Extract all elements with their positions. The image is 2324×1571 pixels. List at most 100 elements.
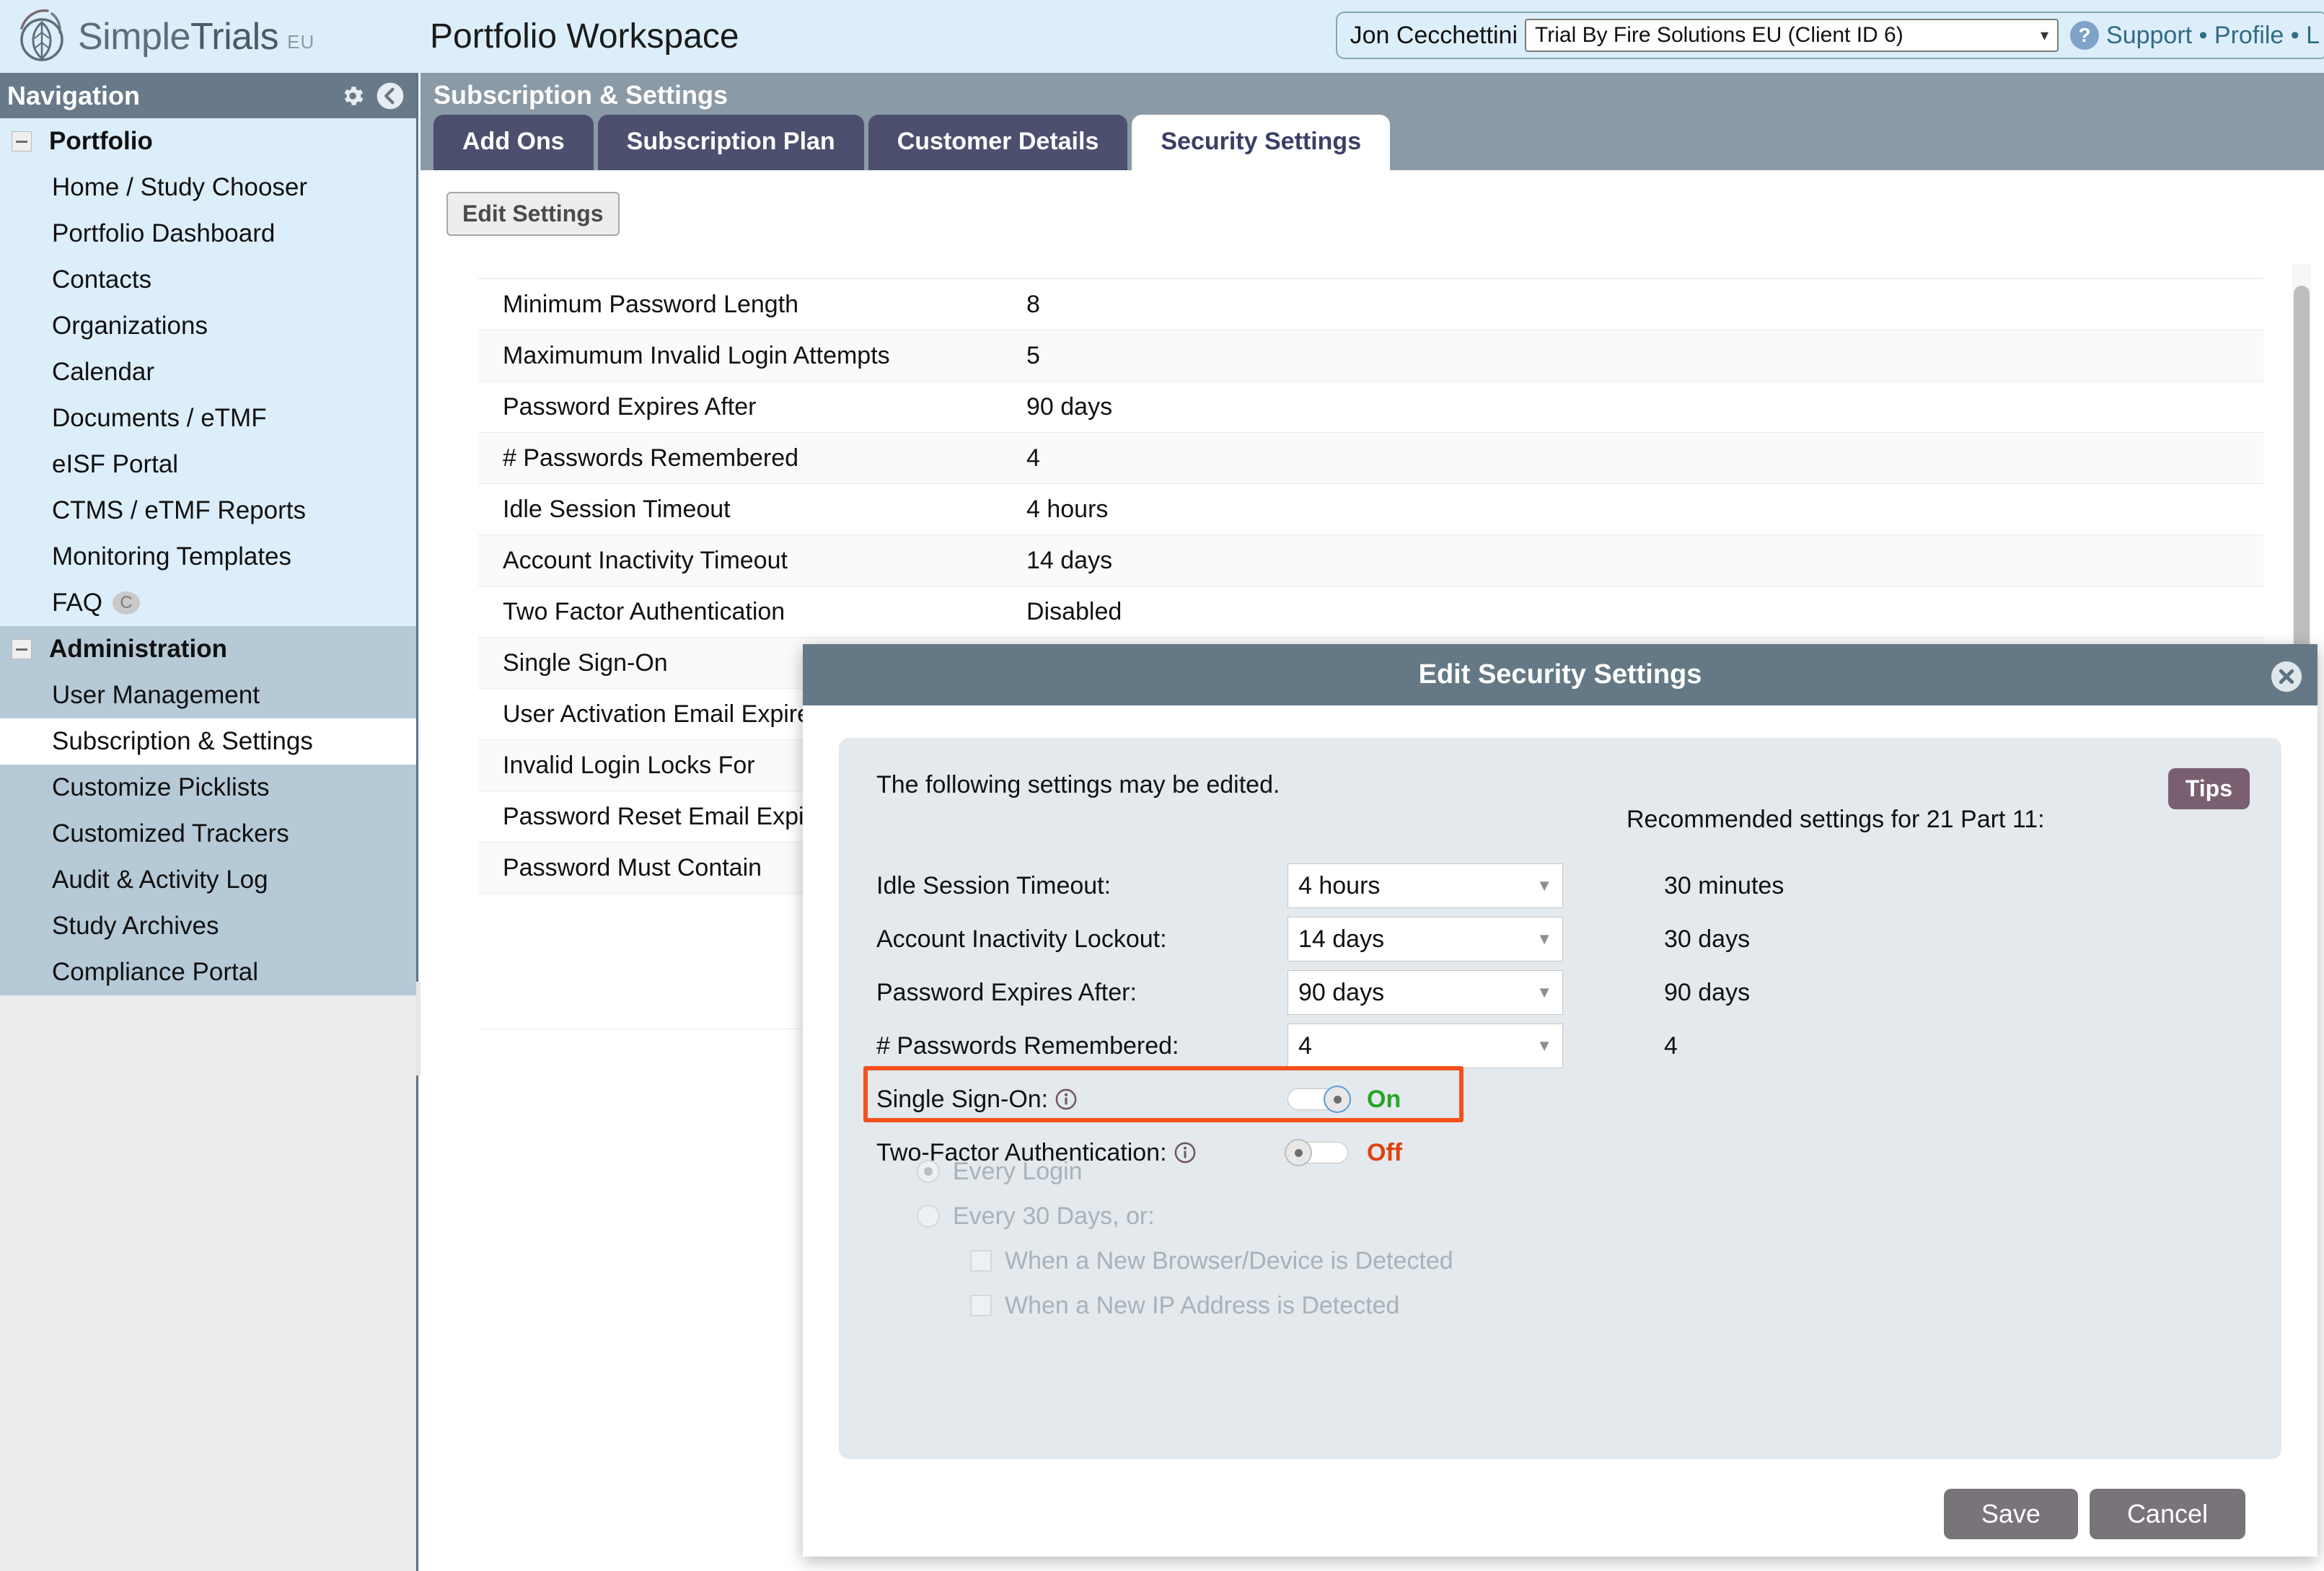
- radio-every-30-days[interactable]: Every 30 Days, or:: [876, 1194, 1453, 1238]
- section-band: Subscription & Settings Add Ons Subscrip…: [421, 73, 2324, 170]
- sidebar-item-home-study-chooser[interactable]: Home / Study Chooser: [0, 164, 416, 211]
- sidebar-item-ctms-etmf-reports[interactable]: CTMS / eTMF Reports: [0, 488, 416, 534]
- sidebar-item-label: CTMS / eTMF Reports: [52, 496, 306, 524]
- sidebar-item-calendar[interactable]: Calendar: [0, 349, 416, 395]
- minus-icon[interactable]: [12, 639, 32, 659]
- radio-icon: [917, 1160, 940, 1183]
- minus-icon[interactable]: [12, 131, 32, 151]
- section-title: Subscription & Settings: [433, 80, 729, 110]
- chevron-down-icon: ▼: [1536, 930, 1552, 948]
- sidebar-item-label: Organizations: [52, 312, 208, 340]
- sidebar-item-label: eISF Portal: [52, 450, 179, 478]
- sidebar-item-contacts[interactable]: Contacts: [0, 257, 416, 303]
- field-idle-session-timeout: Idle Session Timeout: 4 hours ▼ 30 minut…: [876, 859, 2247, 912]
- sidebar-item-label: FAQ: [52, 589, 103, 617]
- select-value: 90 days: [1298, 978, 1385, 1006]
- chevron-left-circle-icon[interactable]: [376, 82, 405, 110]
- setting-value: 4 hours: [1026, 495, 1109, 523]
- password-expires-after-select[interactable]: 90 days ▼: [1288, 970, 1563, 1015]
- edit-security-settings-dialog: Edit Security Settings The following set…: [803, 644, 2318, 1557]
- tips-button[interactable]: Tips: [2167, 768, 2250, 809]
- tab-security-settings[interactable]: Security Settings: [1132, 115, 1391, 170]
- sidebar-item-audit-activity-log[interactable]: Audit & Activity Log: [0, 857, 416, 903]
- client-select[interactable]: Trial By Fire Solutions EU (Client ID 6)…: [1525, 19, 2059, 52]
- tab-label: Customer Details: [897, 128, 1099, 155]
- sidebar-item-label: Calendar: [52, 358, 155, 386]
- header-links[interactable]: Support • Profile • L: [2106, 22, 2320, 50]
- chevron-down-icon: ▼: [1536, 983, 1552, 1001]
- sidebar-group-administration-header[interactable]: Administration: [0, 626, 416, 672]
- tab-add-ons[interactable]: Add Ons: [433, 115, 594, 170]
- sidebar-header: Navigation: [0, 73, 416, 118]
- field-label: Account Inactivity Lockout:: [876, 925, 1167, 953]
- sidebar-item-study-archives[interactable]: Study Archives: [0, 903, 416, 949]
- logo-wordmark: SimpleTrials: [78, 15, 279, 58]
- sidebar-item-label: Compliance Portal: [52, 958, 258, 986]
- dialog-panel: The following settings may be edited. Ti…: [839, 738, 2281, 1459]
- recommended-value: 30 minutes: [1664, 871, 1784, 899]
- user-account-bar: Jon Cecchettini Trial By Fire Solutions …: [1335, 12, 2324, 59]
- single-sign-on-toggle[interactable]: [1288, 1086, 1351, 1113]
- recommended-heading: Recommended settings for 21 Part 11:: [1627, 806, 2045, 833]
- radio-label: Every 30 Days, or:: [953, 1202, 1155, 1230]
- account-inactivity-lockout-select[interactable]: 14 days ▼: [1288, 917, 1563, 961]
- idle-session-timeout-select[interactable]: 4 hours ▼: [1288, 863, 1563, 908]
- tab-subscription-plan[interactable]: Subscription Plan: [597, 115, 864, 170]
- checkbox-new-ip-address[interactable]: When a New IP Address is Detected: [876, 1283, 1453, 1328]
- passwords-remembered-select[interactable]: 4 ▼: [1288, 1024, 1563, 1068]
- close-circle-icon[interactable]: [2270, 660, 2303, 693]
- sidebar-group-portfolio-label: Portfolio: [49, 127, 153, 155]
- setting-value: 5: [1026, 341, 1040, 369]
- table-row: Idle Session Timeout 4 hours: [478, 484, 2263, 535]
- table-row: Maximumum Invalid Login Attempts 5: [478, 330, 2263, 382]
- sidebar-item-user-management[interactable]: User Management: [0, 672, 416, 718]
- setting-label: Account Inactivity Timeout: [503, 546, 788, 574]
- recommended-value: 90 days: [1664, 978, 1751, 1006]
- field-label: Password Expires After:: [876, 978, 1137, 1006]
- chevron-down-icon: ▼: [1536, 876, 1552, 894]
- tab-customer-details[interactable]: Customer Details: [868, 115, 1128, 170]
- setting-label: # Passwords Remembered: [503, 444, 799, 472]
- radio-every-login[interactable]: Every Login: [876, 1149, 1453, 1194]
- sidebar-item-customize-picklists[interactable]: Customize Picklists: [0, 765, 416, 811]
- edit-settings-button[interactable]: Edit Settings: [446, 192, 620, 236]
- radio-icon: [917, 1205, 940, 1228]
- app-logo[interactable]: SimpleTrials EU: [0, 0, 418, 73]
- radio-label: Every Login: [953, 1157, 1083, 1185]
- setting-label: Minimum Password Length: [503, 290, 799, 318]
- sidebar-item-monitoring-templates[interactable]: Monitoring Templates: [0, 534, 416, 580]
- sidebar-item-compliance-portal[interactable]: Compliance Portal: [0, 949, 416, 995]
- sidebar-item-subscription-settings[interactable]: Subscription & Settings: [0, 718, 416, 765]
- sidebar-item-portfolio-dashboard[interactable]: Portfolio Dashboard: [0, 211, 416, 257]
- tab-label: Subscription Plan: [626, 128, 835, 155]
- field-label: Single Sign-On:: [876, 1086, 1288, 1114]
- single-sign-on-state: On: [1367, 1085, 1401, 1113]
- sidebar-item-faq[interactable]: FAQ C: [0, 580, 416, 626]
- setting-label: Password Expires After: [503, 392, 757, 421]
- sidebar-group-portfolio-header[interactable]: Portfolio: [0, 118, 416, 164]
- dialog-form: Idle Session Timeout: 4 hours ▼ 30 minut…: [863, 859, 2247, 1179]
- table-row: # Passwords Remembered 4: [478, 433, 2263, 484]
- question-mark-icon[interactable]: ?: [2070, 21, 2100, 50]
- select-value: 4 hours: [1298, 871, 1381, 899]
- sidebar-item-organizations[interactable]: Organizations: [0, 303, 416, 349]
- sidebar-item-customized-trackers[interactable]: Customized Trackers: [0, 811, 416, 857]
- sidebar-item-label: Subscription & Settings: [52, 727, 313, 755]
- leaf-circle-logo-icon: [16, 8, 74, 66]
- dialog-title: Edit Security Settings: [1418, 659, 1702, 690]
- table-row: Password Expires After 90 days: [478, 382, 2263, 433]
- sidebar-item-documents-etmf[interactable]: Documents / eTMF: [0, 395, 416, 441]
- dialog-header: Edit Security Settings: [803, 644, 2318, 705]
- sidebar-item-eisf-portal[interactable]: eISF Portal: [0, 441, 416, 488]
- checkbox-new-browser-device[interactable]: When a New Browser/Device is Detected: [876, 1238, 1453, 1283]
- gear-icon[interactable]: [340, 83, 366, 109]
- logo-trials: Trials: [190, 15, 279, 58]
- sidebar-item-label: Contacts: [52, 265, 152, 294]
- dialog-footer: Save Cancel: [803, 1471, 2318, 1557]
- single-sign-on-label: Single Sign-On:: [876, 1085, 1049, 1113]
- save-button[interactable]: Save: [1943, 1489, 2078, 1539]
- tab-bar: Add Ons Subscription Plan Customer Detai…: [433, 115, 1391, 170]
- info-circle-icon[interactable]: [1055, 1088, 1077, 1110]
- cancel-button[interactable]: Cancel: [2089, 1489, 2245, 1539]
- dialog-body: The following settings may be edited. Ti…: [803, 705, 2318, 1557]
